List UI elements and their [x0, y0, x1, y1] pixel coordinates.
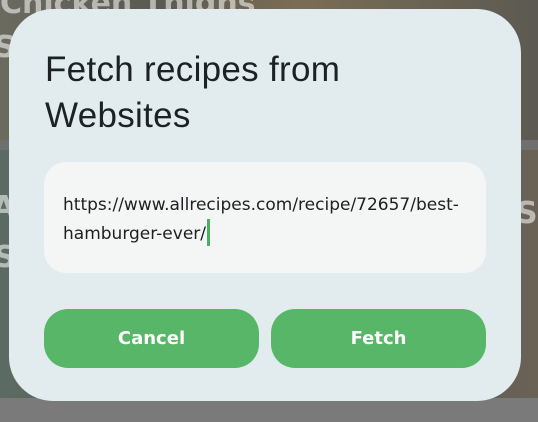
url-input-value[interactable]: https://www.allrecipes.com/recipe/72657/… [63, 195, 459, 244]
background-bottom-strip [0, 398, 538, 422]
fetch-button[interactable]: Fetch [271, 309, 486, 368]
fetch-recipes-dialog: Fetch recipes from Websites https://www.… [9, 9, 521, 401]
text-cursor [207, 219, 210, 246]
url-input[interactable]: https://www.allrecipes.com/recipe/72657/… [44, 162, 486, 273]
dialog-title: Fetch recipes from Websites [45, 50, 341, 135]
cancel-button[interactable]: Cancel [44, 309, 259, 368]
